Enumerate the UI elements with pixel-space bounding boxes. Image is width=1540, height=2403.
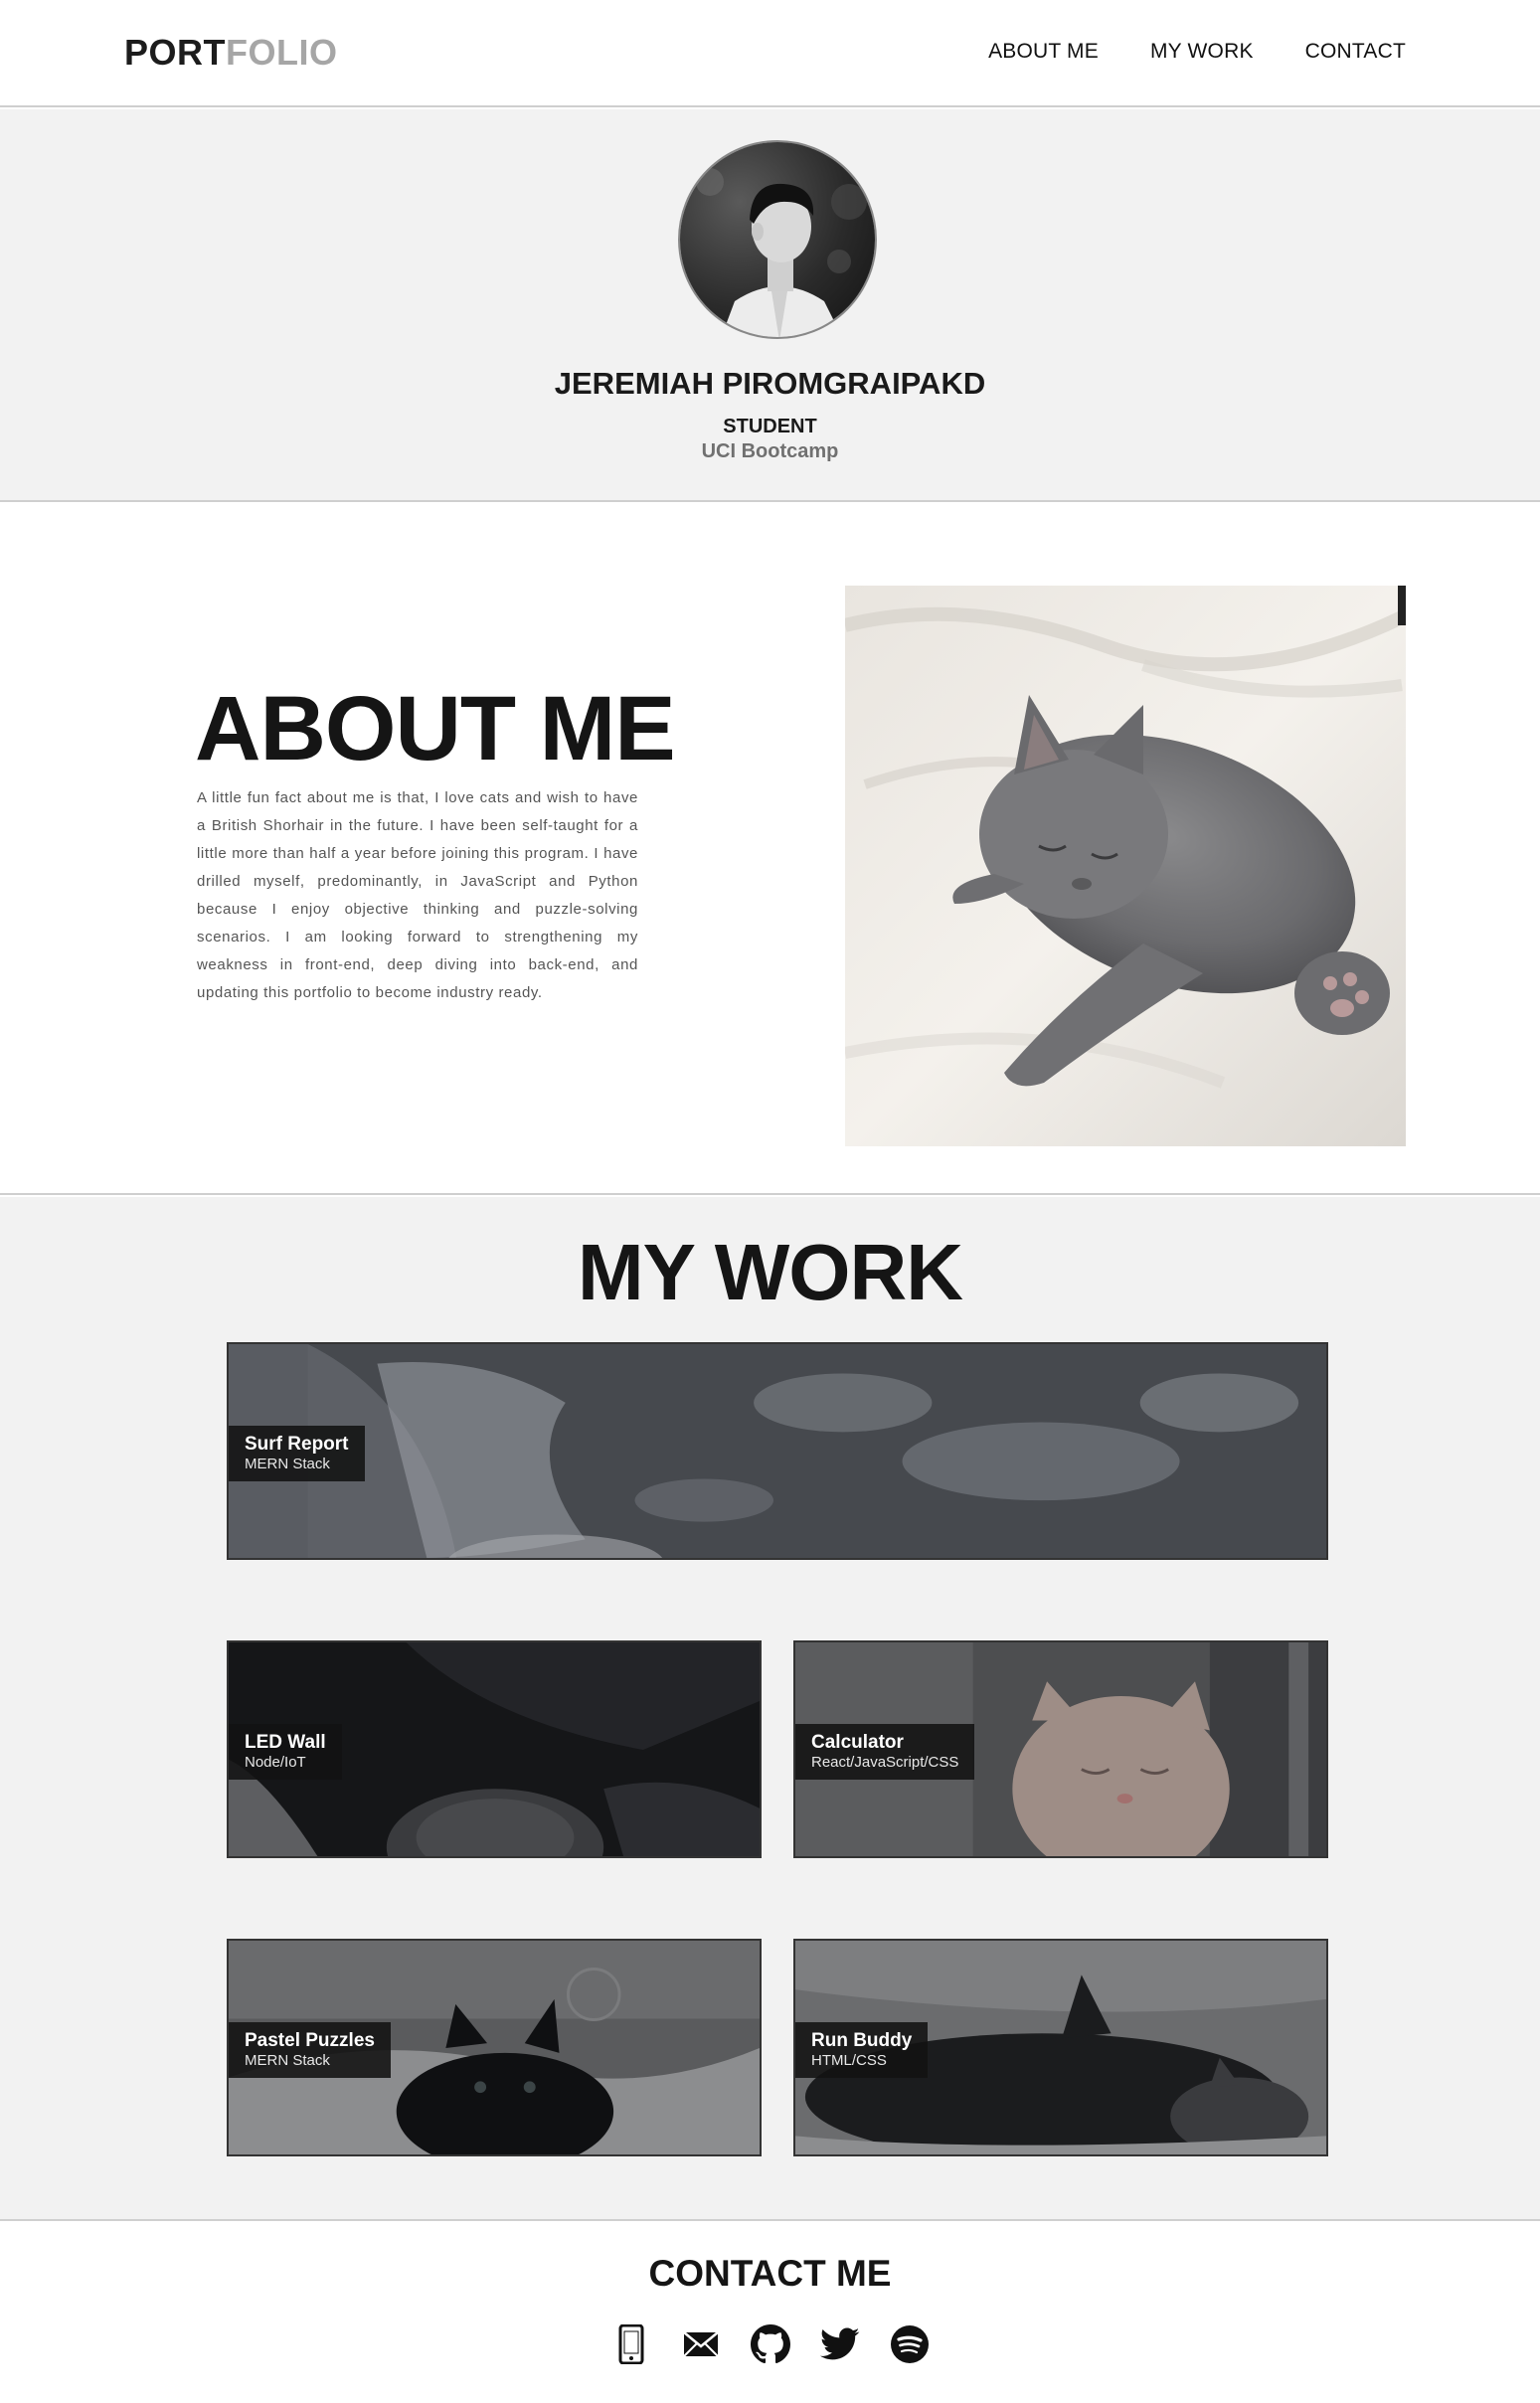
contact-section: CONTACT ME <box>0 2223 1540 2403</box>
profile-photo-icon <box>680 142 875 337</box>
about-title: ABOUT ME <box>195 678 676 779</box>
contact-icons <box>0 2324 1540 2364</box>
project-title: Pastel Puzzles <box>245 2030 375 2051</box>
work-title: MY WORK <box>577 1228 963 1316</box>
site-logo[interactable]: PORTFOLIO <box>124 32 338 74</box>
work-section: MY WORK Surf Report MERN Stack LED Wall … <box>0 1197 1540 2221</box>
project-card-run-buddy[interactable]: Run Buddy HTML/CSS <box>793 1939 1328 2156</box>
project-tag: Run Buddy HTML/CSS <box>795 2022 929 2078</box>
site-header: PORTFOLIO ABOUT ME MY WORK CONTACT <box>0 0 1540 107</box>
project-stack: React/JavaScript/CSS <box>811 1754 959 1771</box>
hero-section: JEREMIAH PIROMGRAIPAKD STUDENT UCI Bootc… <box>0 109 1540 502</box>
hero-organization: UCI Bootcamp <box>701 440 839 462</box>
logo-text-folio: FOLIO <box>226 32 338 73</box>
spotify-icon[interactable] <box>890 2324 930 2364</box>
phone-icon[interactable] <box>611 2324 651 2364</box>
project-tag: LED Wall Node/IoT <box>229 1724 342 1780</box>
project-stack: MERN Stack <box>245 2052 330 2069</box>
about-description: A little fun fact about me is that, I lo… <box>197 789 638 1001</box>
project-stack: MERN Stack <box>245 1456 330 1472</box>
contact-title: CONTACT ME <box>648 2253 892 2294</box>
hero-role: STUDENT <box>723 416 817 437</box>
about-photo <box>845 586 1406 1146</box>
project-card-surf-report[interactable]: Surf Report MERN Stack <box>227 1342 1328 1560</box>
avatar <box>678 140 877 339</box>
project-stack: HTML/CSS <box>811 2052 887 2069</box>
project-card-calculator[interactable]: Calculator React/JavaScript/CSS <box>793 1640 1328 1858</box>
project-stack: Node/IoT <box>245 1754 306 1771</box>
nav-about-me[interactable]: ABOUT ME <box>988 40 1099 64</box>
sleeping-kitten-photo-icon <box>845 586 1406 1146</box>
project-title: Run Buddy <box>811 2030 913 2051</box>
project-tag: Calculator React/JavaScript/CSS <box>795 1724 975 1780</box>
twitter-icon[interactable] <box>819 2324 860 2364</box>
project-card-pastel-puzzles[interactable]: Pastel Puzzles MERN Stack <box>227 1939 762 2156</box>
github-icon[interactable] <box>750 2324 790 2364</box>
project-title: Surf Report <box>245 1434 349 1455</box>
project-tag: Pastel Puzzles MERN Stack <box>229 2022 391 2078</box>
main-nav: ABOUT ME MY WORK CONTACT <box>988 40 1406 64</box>
logo-text-port: PORT <box>124 32 227 73</box>
nav-contact[interactable]: CONTACT <box>1305 40 1406 64</box>
about-section: ABOUT ME A little fun fact about me is t… <box>0 504 1540 1195</box>
project-title: LED Wall <box>245 1732 326 1753</box>
email-icon[interactable] <box>681 2324 721 2364</box>
project-tag: Surf Report MERN Stack <box>229 1426 365 1481</box>
hero-name: JEREMIAH PIROMGRAIPAKD <box>554 366 986 401</box>
project-title: Calculator <box>811 1732 904 1753</box>
surf-report-thumbnail-icon <box>229 1344 1326 1558</box>
project-card-led-wall[interactable]: LED Wall Node/IoT <box>227 1640 762 1858</box>
nav-my-work[interactable]: MY WORK <box>1150 40 1254 64</box>
